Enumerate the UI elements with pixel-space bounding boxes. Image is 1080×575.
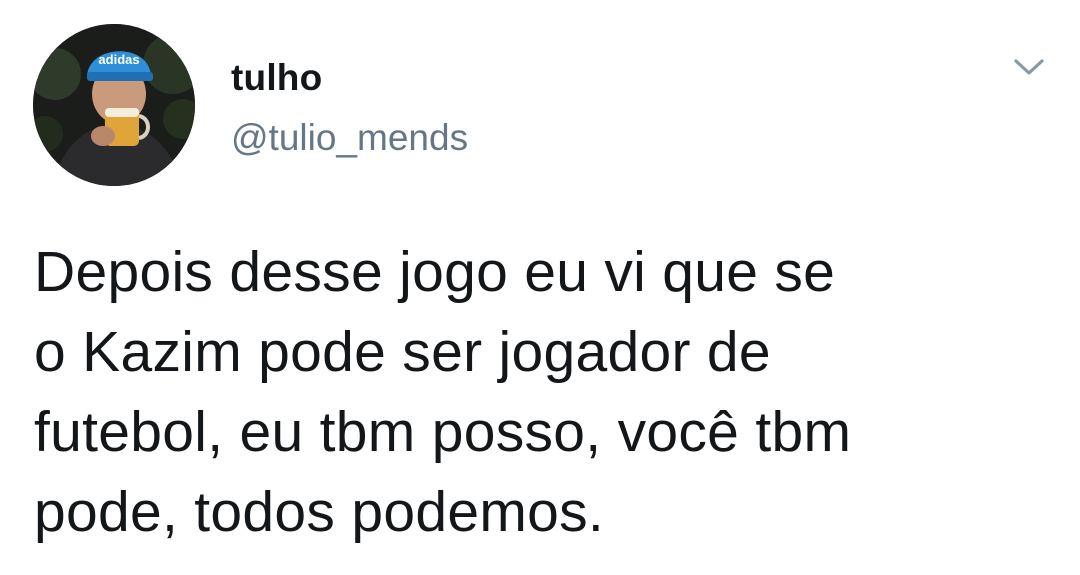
tweet-text-line: futebol, eu tbm posso, você tbm	[34, 400, 852, 464]
user-handle[interactable]: @tulio_mends	[231, 116, 468, 160]
tweet-text: Depois desse jogo eu vi que se o Kazim p…	[34, 232, 1044, 552]
avatar[interactable]: adidas	[33, 24, 195, 186]
tweet-card: adidas tulho @tulio_mends Depois desse j…	[0, 0, 1080, 575]
tweet-text-line: o Kazim pode ser jogador de	[34, 320, 771, 384]
chevron-down-icon	[1014, 59, 1044, 75]
tweet-menu-button[interactable]	[1010, 52, 1048, 82]
display-name[interactable]: tulho	[231, 56, 322, 100]
cap-logo-text: adidas	[98, 52, 139, 67]
tweet-text-line: pode, todos podemos.	[34, 480, 605, 544]
avatar-photo: adidas	[33, 24, 195, 186]
tweet-text-line: Depois desse jogo eu vi que se	[34, 240, 836, 304]
